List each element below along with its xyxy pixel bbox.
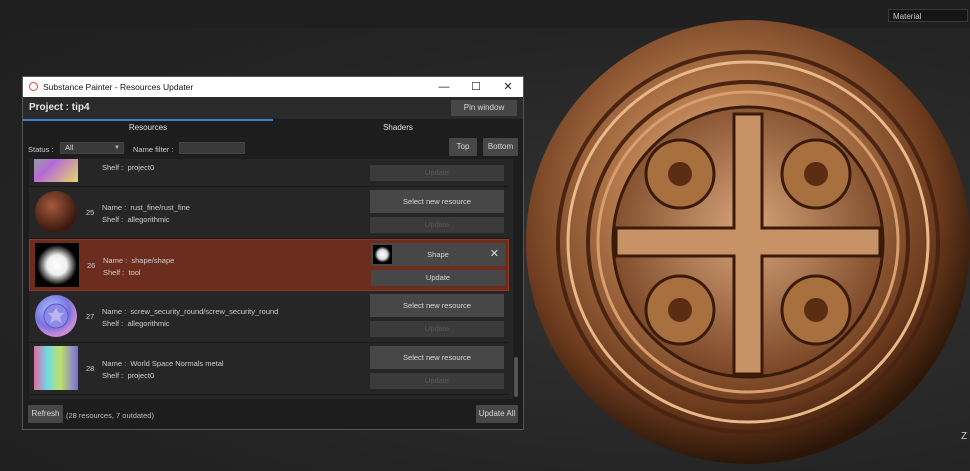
rust-material-sphere-icon [35, 191, 77, 233]
maximize-button[interactable]: ☐ [461, 77, 491, 97]
remove-replacement-icon[interactable]: ✕ [490, 243, 499, 266]
resource-index: 28 [86, 364, 95, 373]
status-dropdown[interactable]: All ▼ [60, 142, 124, 154]
select-new-resource-button[interactable]: Select new resource [370, 294, 504, 317]
window-titlebar[interactable]: Substance Painter - Resources Updater — … [23, 77, 523, 97]
update-button[interactable]: Update [370, 321, 504, 337]
screw-normal-sphere-icon [35, 295, 77, 337]
shape-thumbnail-icon [373, 245, 392, 264]
project-bar: Project : tip4 Pin window [23, 97, 523, 119]
resource-list[interactable]: Shelf : project0 Update 25 Name : rust_f… [29, 159, 513, 399]
name-filter-input[interactable] [179, 142, 245, 154]
tab-bar: Resources Shaders [23, 119, 523, 137]
update-all-button[interactable]: Update All [476, 405, 518, 423]
soft-brush-shape-icon [35, 243, 79, 287]
resource-shelf: Shelf : project0 [102, 371, 155, 380]
resource-shelf: Shelf : allegorithmic [102, 319, 170, 328]
resource-row[interactable]: 28 Name : World Space Normals metal Shel… [29, 343, 509, 395]
replacement-resource-name: Shape [427, 250, 449, 259]
resource-name: Name : rust_fine/rust_fine [102, 203, 190, 212]
bottom-button[interactable]: Bottom [483, 138, 518, 156]
close-button[interactable]: ✕ [493, 77, 523, 97]
substance-painter-app-icon [29, 82, 38, 91]
chevron-down-icon: ▼ [114, 145, 120, 151]
name-filter-label: Name filter : [133, 145, 174, 154]
resource-index: 26 [87, 261, 96, 270]
update-button[interactable]: Update [371, 270, 505, 286]
resource-shelf: Shelf : project0 [102, 163, 155, 172]
project-title: Project : tip4 [29, 102, 90, 113]
world-space-normals-icon [34, 346, 78, 390]
list-scrollbar[interactable] [513, 159, 519, 399]
rainbow-normal-map-icon [34, 159, 78, 182]
resource-row[interactable]: Shelf : project0 Update [29, 159, 509, 187]
status-dropdown-value: All [65, 143, 74, 152]
resource-row[interactable]: 25 Name : rust_fine/rust_fine Shelf : al… [29, 187, 509, 239]
pin-window-button[interactable]: Pin window [451, 100, 517, 116]
scrollbar-thumb[interactable] [514, 357, 518, 397]
resource-row[interactable]: 27 Name : screw_security_round/screw_sec… [29, 291, 509, 343]
replacement-resource-chip[interactable]: Shape ✕ [371, 243, 505, 266]
resource-shelf: Shelf : allegorithmic [102, 215, 170, 224]
select-new-resource-button[interactable]: Select new resource [370, 346, 504, 369]
resource-shelf: Shelf : tool [103, 268, 141, 277]
minimize-button[interactable]: — [429, 77, 459, 97]
top-button[interactable]: Top [449, 138, 477, 156]
resource-name: Name : shape/shape [103, 256, 175, 265]
resource-name: Name : screw_security_round/screw_securi… [102, 307, 279, 316]
resource-row-selected[interactable]: 26 Name : shape/shape Shelf : tool Shape… [29, 239, 509, 291]
resource-name: Name : World Space Normals metal [102, 359, 224, 368]
resource-index: 27 [86, 312, 95, 321]
window-footer: Refresh (28 resources, 7 outdated) Updat… [23, 399, 523, 429]
status-label: Status : [28, 145, 54, 154]
update-button[interactable]: Update [370, 165, 504, 181]
resources-updater-window[interactable]: Substance Painter - Resources Updater — … [22, 76, 524, 430]
window-title: Substance Painter - Resources Updater [43, 82, 194, 92]
viewport-corner-label: Z [961, 431, 968, 442]
resource-count-status: (28 resources, 7 outdated) [66, 411, 154, 420]
tab-resources[interactable]: Resources [23, 119, 273, 137]
filter-bar: Status : All ▼ Name filter : Top Bottom [23, 137, 523, 159]
refresh-button[interactable]: Refresh [28, 405, 63, 423]
bronze-ornament-model[interactable] [520, 14, 970, 466]
update-button[interactable]: Update [370, 217, 504, 233]
resource-index: 25 [86, 208, 95, 217]
update-button[interactable]: Update [370, 373, 504, 389]
select-new-resource-button[interactable]: Select new resource [370, 190, 504, 213]
tab-shaders[interactable]: Shaders [273, 119, 523, 137]
